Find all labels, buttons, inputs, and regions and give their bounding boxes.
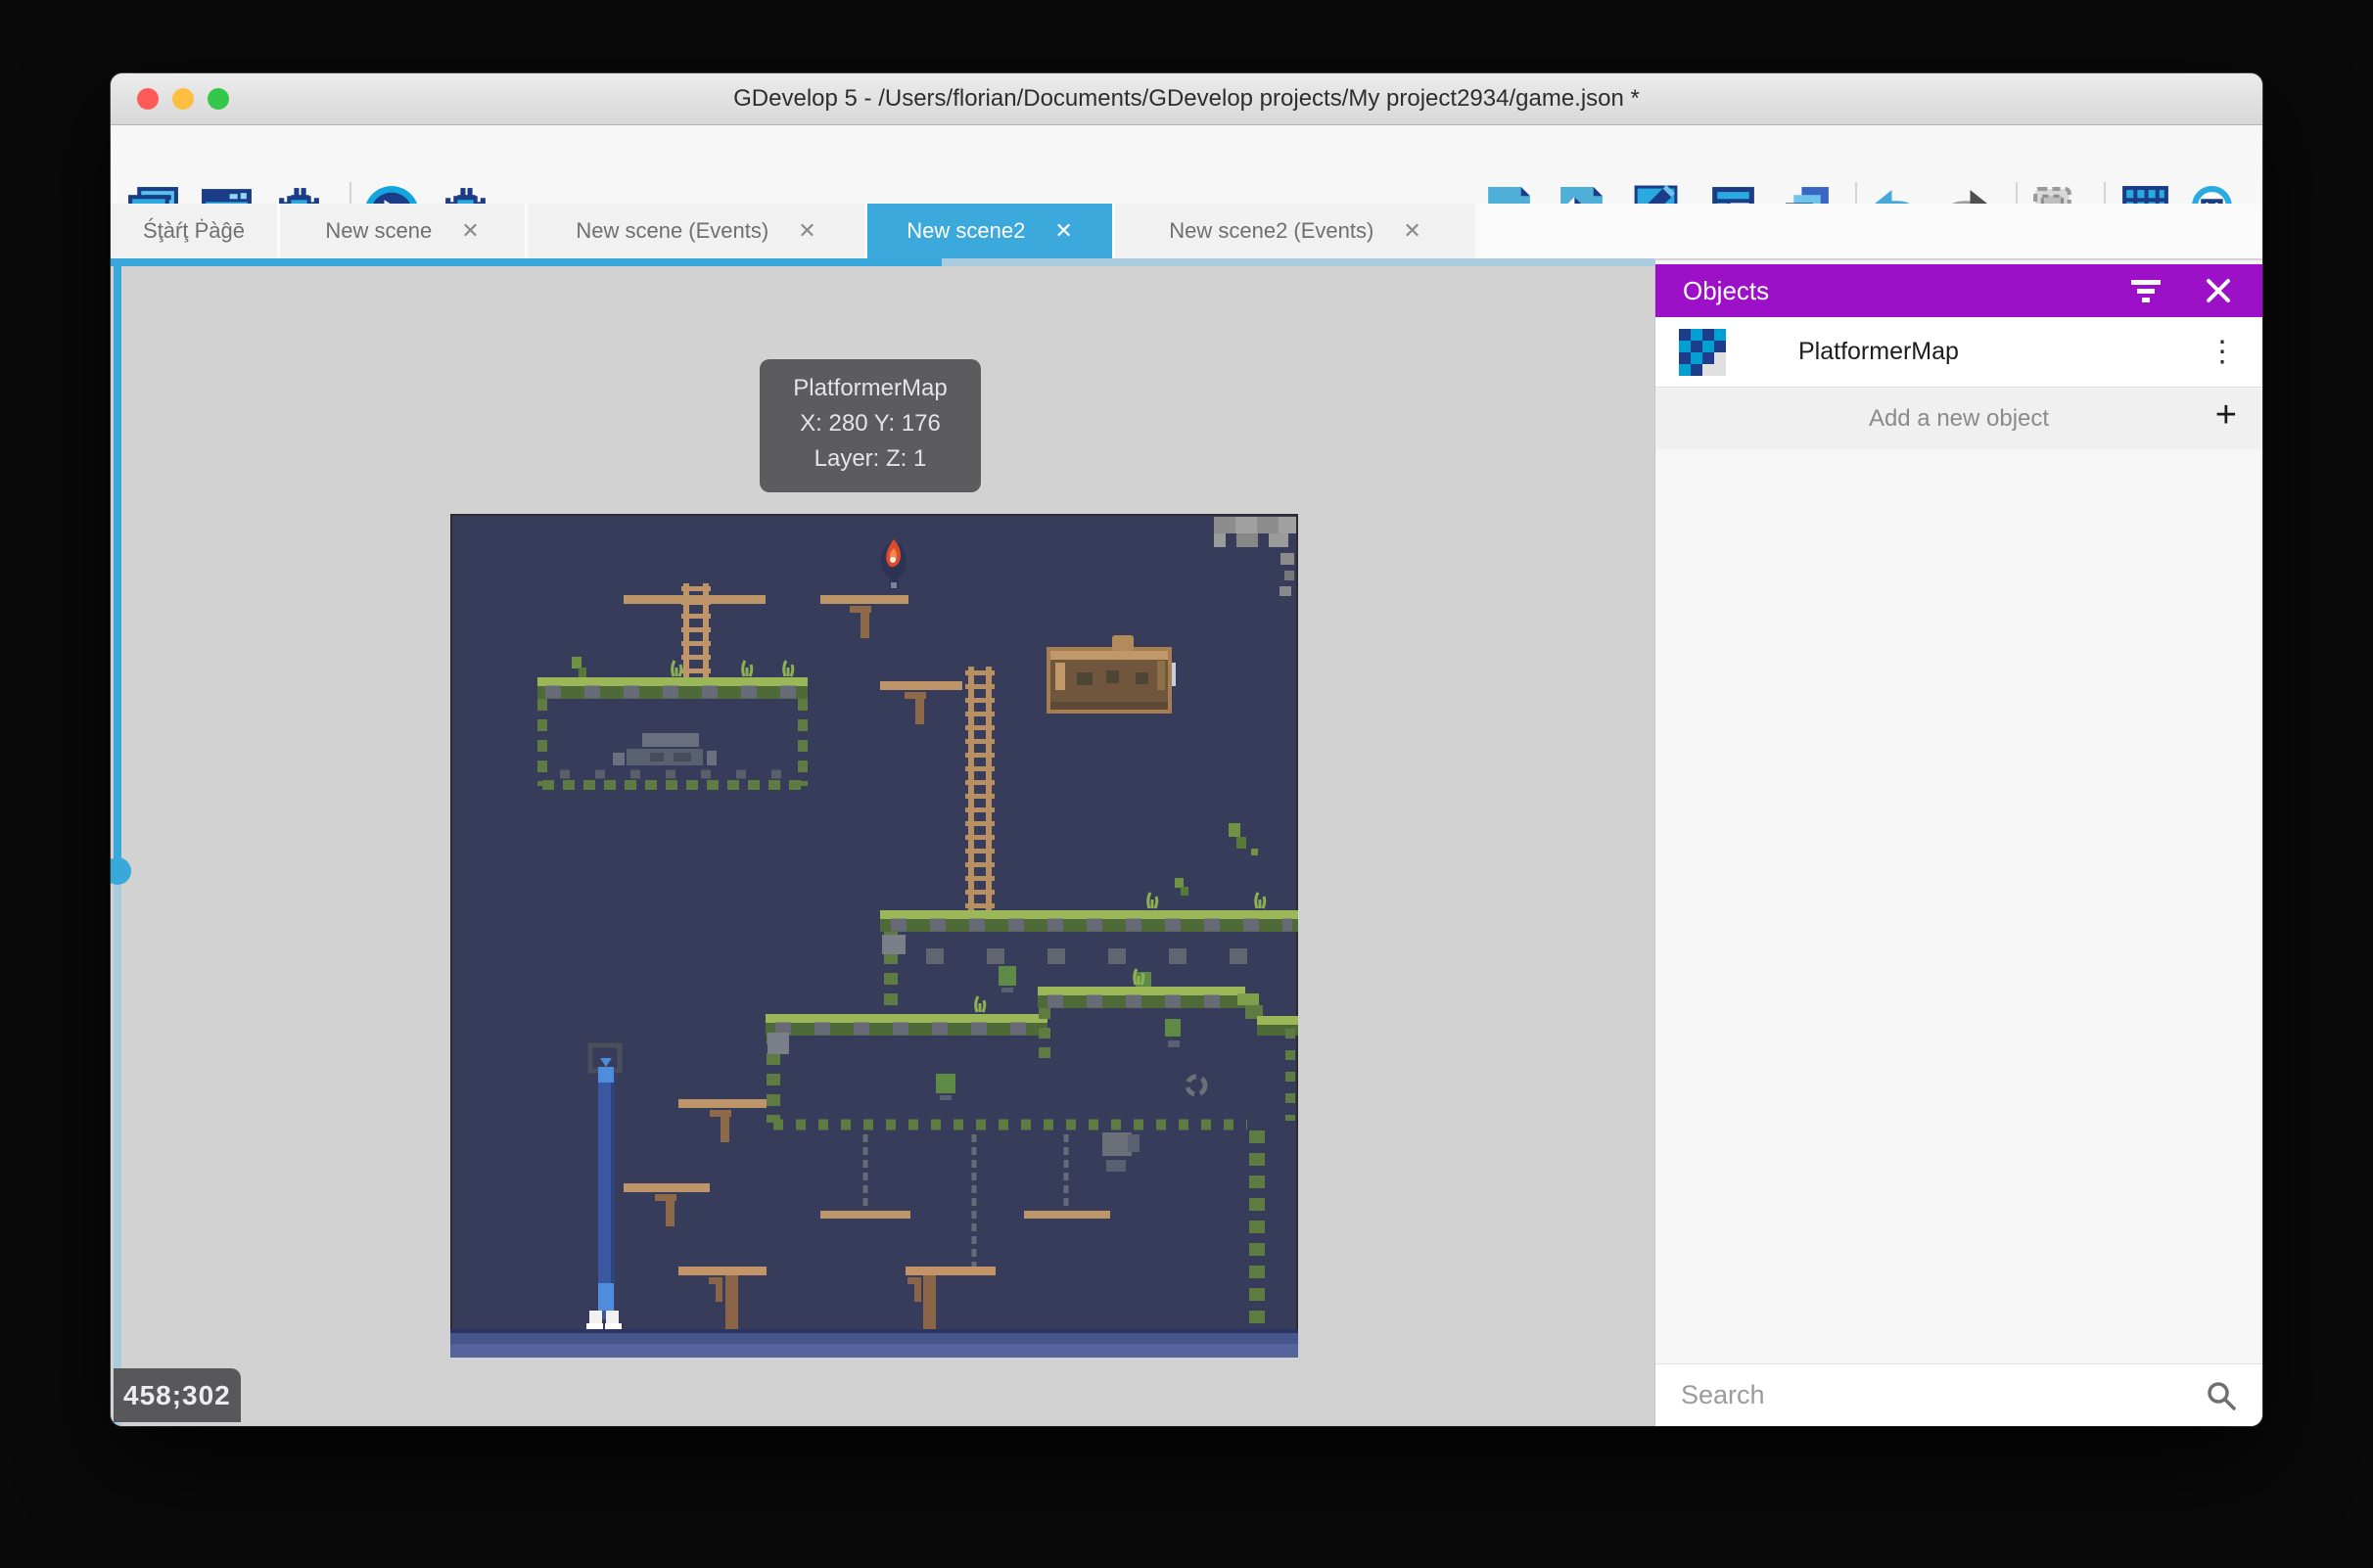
floor [450, 1329, 1298, 1358]
tooltip-position: X: 280 Y: 176 [760, 406, 981, 441]
objects-search-input[interactable] [1681, 1380, 2206, 1410]
tab-label: New scene (Events) [576, 218, 768, 244]
search-icon[interactable] [2206, 1380, 2237, 1411]
tab-close-icon[interactable]: ✕ [461, 218, 479, 244]
tab-label: Śţàŕţ Ṗàĝē [143, 218, 245, 244]
tab-new-scene-events[interactable]: New scene (Events) ✕ [528, 204, 864, 258]
tab-close-icon[interactable]: ✕ [1054, 218, 1072, 244]
main-toolbar: 1:1 [111, 125, 2262, 204]
objects-panel-header: Objects [1655, 264, 2262, 317]
wood-platform [678, 1099, 767, 1108]
add-object-plus-icon[interactable]: + [2215, 394, 2237, 437]
object-thumbnail [1679, 329, 1726, 376]
tab-new-scene2[interactable]: New scene2 ✕ [867, 204, 1112, 258]
tooltip-layer: Layer: Z: 1 [760, 441, 981, 477]
tab-label: New scene [325, 218, 432, 244]
add-new-object-row[interactable]: Add a new object + [1655, 389, 2262, 449]
tab-start-page[interactable]: Śţàŕţ Ṗàĝē [111, 204, 277, 258]
title-bar: GDevelop 5 - /Users/florian/Documents/GD… [111, 73, 2262, 125]
wood-platform [624, 1183, 710, 1192]
wood-platform [880, 681, 962, 690]
wood-platform [820, 595, 908, 604]
window-title: GDevelop 5 - /Users/florian/Documents/GD… [111, 85, 2262, 113]
tooltip-object-name: PlatformerMap [760, 371, 981, 406]
object-menu-icon[interactable]: ⋮ [2208, 335, 2237, 369]
tab-close-icon[interactable]: ✕ [798, 218, 815, 244]
object-list-item-platformermap[interactable]: PlatformerMap ⋮ [1655, 317, 2262, 388]
objects-panel-title: Objects [1683, 276, 1769, 306]
vertical-scrollbar[interactable] [114, 266, 121, 859]
tab-new-scene2-events[interactable]: New scene2 (Events) ✕ [1115, 204, 1475, 258]
close-panel-icon[interactable] [2206, 278, 2231, 303]
object-name: PlatformerMap [1798, 338, 1959, 366]
objects-panel: Objects [1654, 260, 2262, 1426]
gdevelop-window: GDevelop 5 - /Users/florian/Documents/GD… [111, 73, 2262, 1426]
tab-close-icon[interactable]: ✕ [1403, 218, 1420, 244]
desktop: GDevelop 5 - /Users/florian/Documents/GD… [0, 0, 2373, 1568]
cursor-coordinates-badge: 458;302 [114, 1368, 241, 1422]
tab-bar: Śţàŕţ Ṗàĝē New scene ✕ New scene (Events… [111, 204, 2262, 258]
platformer-map-instance[interactable] [450, 514, 1298, 1358]
tab-label: New scene2 [907, 218, 1025, 244]
vertical-scroll-handle[interactable] [111, 857, 131, 885]
add-new-object-label: Add a new object [1869, 405, 2049, 433]
horizontal-scrollbar[interactable] [111, 258, 1654, 266]
filter-icon[interactable] [2129, 277, 2163, 304]
vertical-scrollbar[interactable] [114, 885, 121, 1426]
scene-editor-canvas[interactable]: PlatformerMap X: 280 Y: 176 Layer: Z: 1 … [111, 266, 1654, 1426]
tab-label: New scene2 (Events) [1169, 218, 1373, 244]
tab-new-scene[interactable]: New scene ✕ [280, 204, 525, 258]
instance-tooltip: PlatformerMap X: 280 Y: 176 Layer: Z: 1 [760, 359, 981, 492]
objects-search-bar [1655, 1363, 2262, 1426]
